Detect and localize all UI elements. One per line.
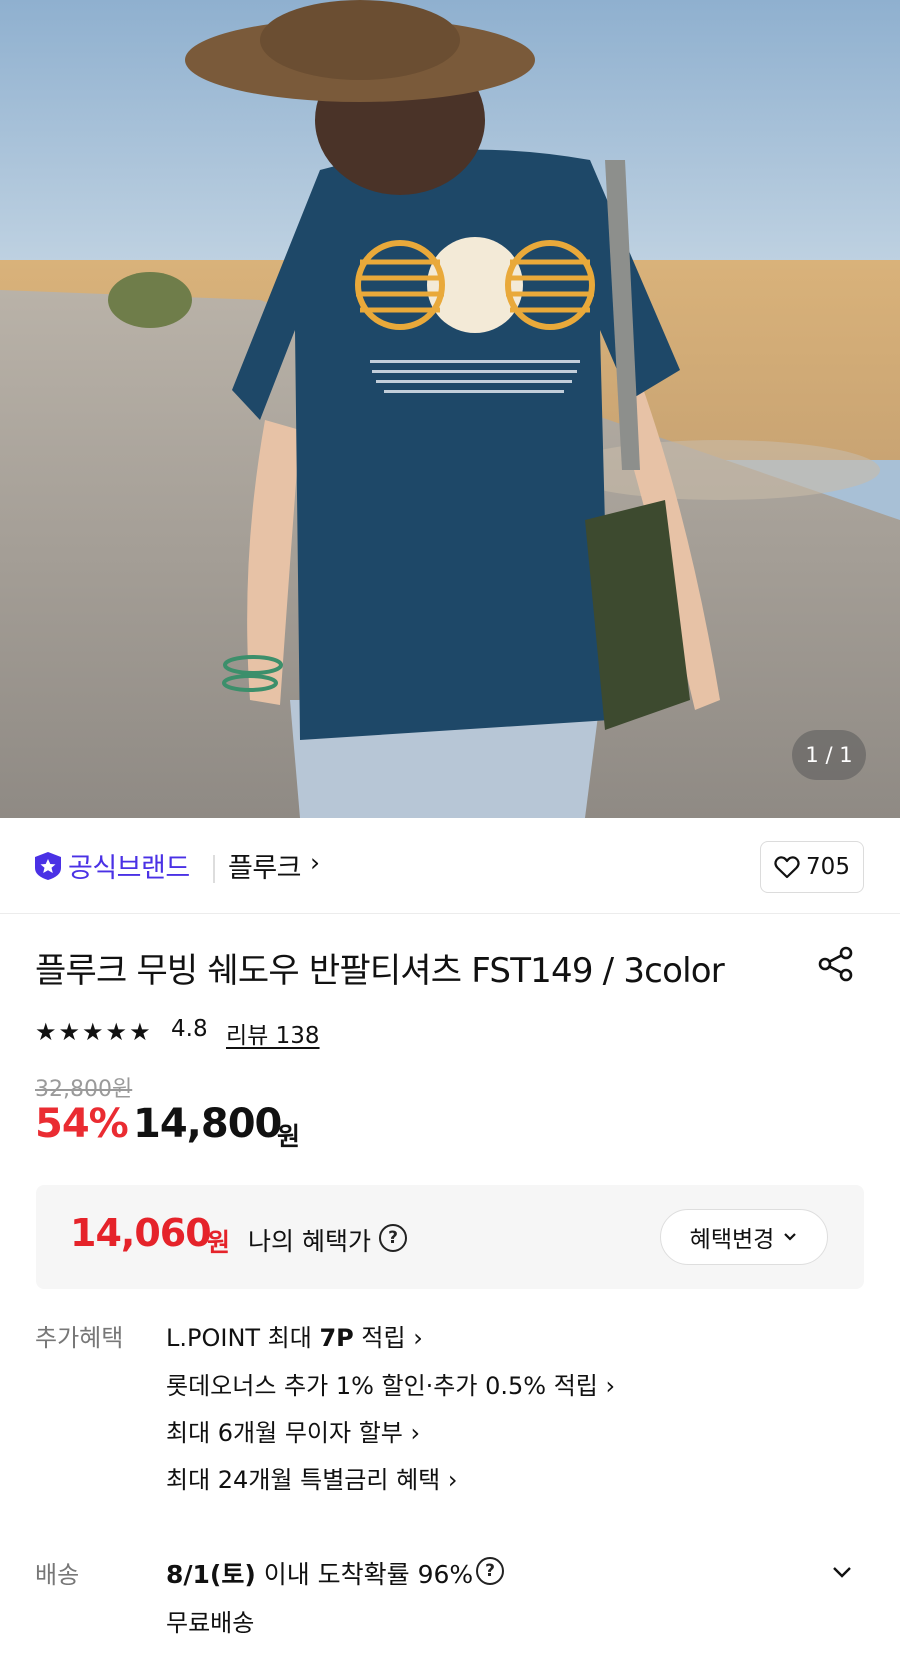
star-rating: ★ ★ ★ ★ ★ xyxy=(35,1018,151,1046)
shipping-estimate: 8/1(토) 이내 도착확률 96% xyxy=(166,1555,473,1591)
chevron-right-icon: › xyxy=(310,848,320,877)
chevron-down-icon xyxy=(784,1233,797,1241)
star-icon: ★ xyxy=(35,1018,57,1046)
product-photo xyxy=(0,0,900,818)
lpoint-text: L.POINT 최대 xyxy=(166,1324,320,1352)
chevron-down-icon[interactable] xyxy=(828,1558,856,1586)
shipping-probability: 이내 도착확률 96% xyxy=(255,1560,474,1589)
star-icon: ★ xyxy=(129,1018,151,1046)
help-icon[interactable]: ? xyxy=(379,1224,407,1252)
original-price: 32,800원 xyxy=(35,1077,133,1102)
like-count: 705 xyxy=(806,854,850,880)
brand-name-link[interactable]: 플루크 xyxy=(228,846,302,885)
shipping-help-icon[interactable]: ? xyxy=(476,1557,504,1585)
share-icon[interactable] xyxy=(816,944,856,984)
review-link[interactable]: 리뷰 138 xyxy=(226,1016,320,1050)
extra-benefits-label: 추가혜택 xyxy=(35,1324,124,1352)
product-image-gallery[interactable]: 1 / 1 xyxy=(0,0,900,818)
official-brand-badge-icon xyxy=(35,852,61,880)
lotte-owners-benefit-link[interactable]: 롯데오너스 추가 1% 할인·추가 0.5% 적립 › xyxy=(166,1366,615,1401)
benefit-price: 14,060 xyxy=(70,1211,212,1255)
price-unit: 원 xyxy=(277,1122,301,1151)
image-counter: 1 / 1 xyxy=(792,730,866,780)
shipping-date: 8/1(토) xyxy=(166,1560,256,1589)
rating-value: 4.8 xyxy=(171,1016,208,1042)
lpoint-points: 7P xyxy=(319,1324,354,1352)
free-shipping: 무료배송 xyxy=(166,1609,255,1637)
shipping-label: 배송 xyxy=(35,1561,80,1589)
like-button[interactable]: 705 xyxy=(760,841,864,893)
benefit-change-button[interactable]: 혜택변경 xyxy=(660,1209,828,1265)
heart-icon xyxy=(774,856,800,879)
lpoint-benefit-link[interactable]: L.POINT 최대 7P 적립 › xyxy=(166,1318,423,1353)
sale-price: 14,800 xyxy=(133,1101,282,1147)
star-icon: ★ xyxy=(58,1018,81,1046)
official-brand-label: 공식브랜드 xyxy=(68,853,190,884)
star-icon: ★ xyxy=(82,1018,104,1046)
divider xyxy=(213,855,215,883)
benefit-price-unit: 원 xyxy=(207,1228,231,1257)
star-icon: ★ xyxy=(105,1018,128,1046)
product-title: 플루크 무빙 쉐도우 반팔티셔츠 FST149 / 3color xyxy=(35,951,725,991)
discount-rate: 54% xyxy=(35,1101,129,1147)
installment-benefit-link[interactable]: 최대 6개월 무이자 할부 › xyxy=(166,1413,420,1448)
special-rate-benefit-link[interactable]: 최대 24개월 특별금리 혜택 › xyxy=(166,1460,457,1495)
benefit-price-label: 나의 혜택가 xyxy=(248,1227,371,1256)
lpoint-suffix: 적립 › xyxy=(353,1324,423,1352)
benefit-change-label: 혜택변경 xyxy=(689,1227,775,1253)
